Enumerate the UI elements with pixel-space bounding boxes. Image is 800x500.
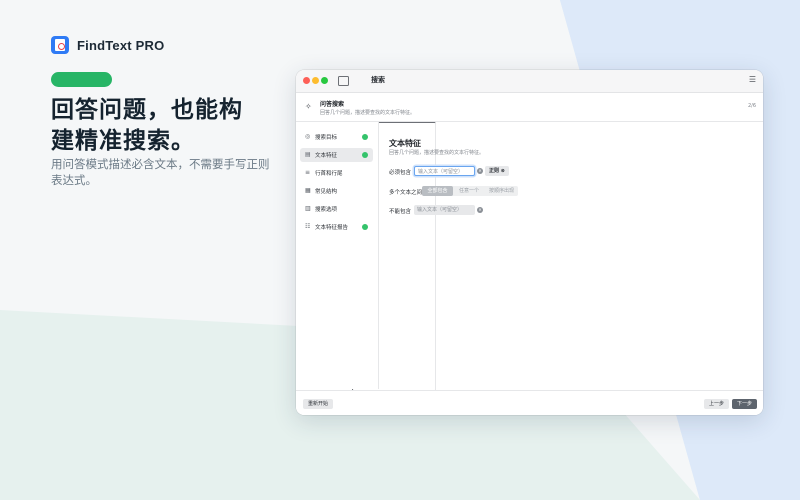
section-subtitle: 回答几个问题，描述要查找的文本行特征。 [389, 150, 485, 156]
headline-line-2: 建精准搜索。 [51, 128, 195, 154]
segment-all[interactable]: 全部包含 [422, 186, 453, 196]
sidebar-item-label: 文本特征 [315, 153, 338, 159]
sidebar-item-line-bounds[interactable]: ≡ 行首和行尾 [300, 166, 373, 180]
regex-button-label: 正则 [489, 168, 500, 174]
sidebar-item-search-options[interactable]: ▥ 搜索选项 [300, 202, 373, 216]
sidebar-item-label: 文本特征报告 [315, 225, 349, 231]
segment-ordered[interactable]: 按顺序出现 [485, 186, 518, 196]
sidebar-item-report[interactable]: ☷ 文本特征报告 [300, 220, 373, 234]
brand: FindText PRO [51, 36, 164, 54]
section-title: 文本特征 [389, 139, 421, 148]
banner-subtitle: 回答几个问题，描述要查找的文本行特征。 [320, 110, 416, 116]
sidebar-item-label: 常见结构 [315, 189, 338, 195]
previous-step-button[interactable]: 上一步 [704, 399, 730, 409]
segment-any[interactable]: 任意一个 [453, 186, 485, 196]
open-folder-icon[interactable] [338, 76, 349, 86]
must-not-contain-label: 不能包含 [389, 209, 412, 215]
app-logo-icon [51, 36, 69, 54]
must-contain-input[interactable]: 输入文本（可留空） [414, 166, 475, 176]
regex-button[interactable]: 正则 ⊗ [485, 166, 509, 176]
magic-wand-icon: ✧ [305, 102, 312, 111]
relation-segmented-control: 全部包含 任意一个 按顺序出现 [422, 186, 518, 196]
main-panel: 文本特征 回答几个问题，描述要查找的文本行特征。 必须包含 输入文本（可留空） … [379, 122, 763, 389]
line-icon: ≡ [305, 169, 311, 176]
options-icon: ▥ [305, 205, 311, 212]
mode-banner: ✧ 问答搜索 回答几个问题，描述要查找的文本行特征。 2/6 [296, 93, 763, 122]
clear-input-icon[interactable]: ✕ [477, 168, 483, 174]
sidebar-item-text-features[interactable]: ▤ 文本特征 [300, 148, 373, 162]
settings-list-icon[interactable]: ☰ [749, 75, 756, 84]
banner-title: 问答搜索 [320, 101, 345, 108]
sidebar-item-label: 搜索选项 [315, 207, 338, 213]
app-window: 搜索 ☰ ✧ 问答搜索 回答几个问题，描述要查找的文本行特征。 2/6 ◎ 搜索… [296, 70, 763, 415]
completed-check-icon [362, 152, 368, 158]
sidebar-item-search-target[interactable]: ◎ 搜索目标 [300, 130, 373, 144]
accent-pill [51, 72, 112, 87]
completed-check-icon [362, 224, 368, 230]
must-contain-label: 必须包含 [389, 170, 412, 176]
headline: 回答问题，也能构 建精准搜索。 [51, 95, 291, 157]
titlebar: 搜索 ☰ [296, 70, 763, 391]
target-icon: ◎ [305, 133, 311, 140]
completed-check-icon [362, 134, 368, 140]
brand-name: FindText PRO [77, 37, 165, 53]
sidebar-item-label: 搜索目标 [315, 135, 338, 141]
text-icon: ▤ [305, 151, 311, 158]
next-step-button[interactable]: 下一步 [732, 399, 758, 409]
minimize-window-button[interactable] [312, 77, 319, 84]
report-icon: ☷ [305, 223, 311, 230]
sidebar-item-label: 行首和行尾 [315, 171, 343, 177]
restart-button[interactable]: 重新开始 [303, 399, 334, 409]
headline-line-1: 回答问题，也能构 [51, 97, 243, 123]
zoom-window-button[interactable] [321, 77, 328, 84]
step-counter: 2/6 [747, 103, 756, 109]
window-footer: 重新开始 上一步 下一步 [296, 390, 763, 415]
steps-sidebar: ◎ 搜索目标 ▤ 文本特征 ≡ 行首和行尾 ▦ 常见结构 ▥ 搜索选项 ☷ 文本… [296, 122, 379, 389]
relation-label: 多个文本之间 [389, 190, 423, 196]
sidebar-item-structures[interactable]: ▦ 常见结构 [300, 184, 373, 198]
must-not-contain-input[interactable]: 输入文本（可留空） [414, 205, 475, 215]
subline: 用问答模式描述必含文本，不需要手写正则表达式。 [51, 157, 270, 187]
window-title: 搜索 [371, 76, 385, 84]
clear-input-icon[interactable]: ✕ [477, 207, 483, 213]
structure-icon: ▦ [305, 187, 311, 194]
close-window-button[interactable] [303, 77, 310, 84]
